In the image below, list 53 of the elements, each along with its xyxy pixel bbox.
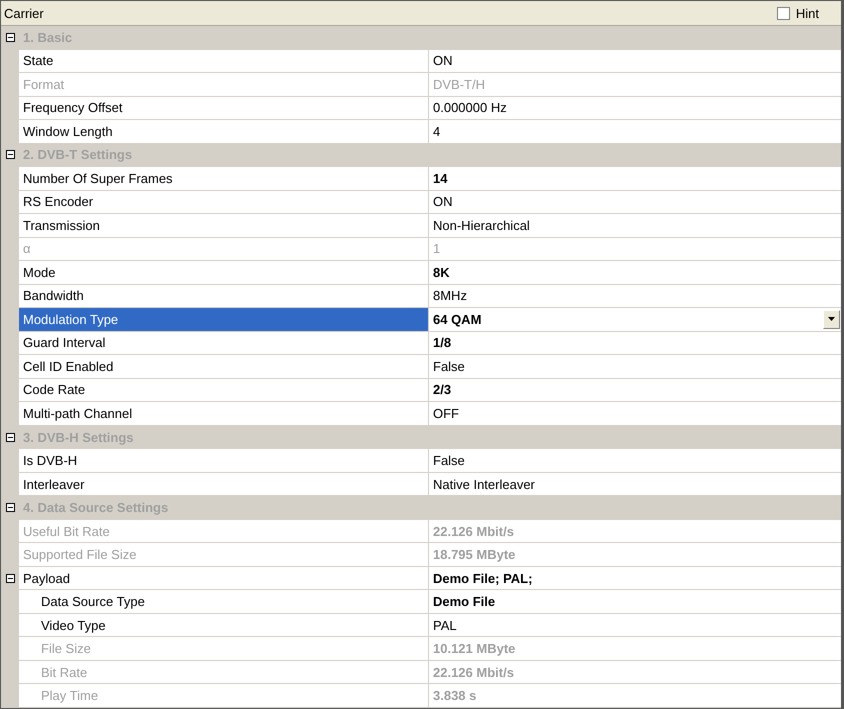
- caret-icon: [828, 317, 835, 322]
- property-name[interactable]: Frequency Offset: [19, 96, 429, 120]
- property-value: 64 QAM: [433, 312, 482, 327]
- property-name[interactable]: Video Type: [19, 614, 429, 636]
- property-value: 4: [433, 124, 440, 139]
- property-name[interactable]: State: [19, 50, 429, 72]
- property-name[interactable]: Mode: [19, 261, 429, 284]
- property-name[interactable]: Code Rate: [19, 378, 429, 402]
- property-value: DVB-T/H: [433, 76, 485, 92]
- collapse-icon[interactable]: [6, 32, 14, 42]
- property-value: 1: [433, 241, 440, 256]
- property-name[interactable]: Data Source Type: [19, 590, 429, 613]
- grid-title: Carrier: [4, 6, 44, 20]
- property-value: ON: [433, 194, 452, 210]
- collapse-icon[interactable]: [6, 574, 14, 583]
- collapse-icon[interactable]: [6, 150, 14, 160]
- property-name[interactable]: Modulation Type: [19, 308, 429, 331]
- property-value: PAL: [433, 618, 457, 633]
- property-value: 14: [433, 170, 448, 186]
- property-value: Demo File: [433, 594, 496, 610]
- property-name[interactable]: Transmission: [19, 214, 429, 237]
- property-name[interactable]: Bandwidth: [19, 284, 429, 308]
- property-value: 18.795 MByte: [433, 547, 516, 562]
- property-name[interactable]: Multi-path Channel: [19, 402, 429, 425]
- property-value: 22.126 Mbit/s: [433, 664, 514, 680]
- property-value: False: [433, 453, 465, 468]
- property-name[interactable]: Interleaver: [19, 472, 429, 496]
- property-value: 8MHz: [433, 288, 467, 304]
- collapse-icon[interactable]: [6, 432, 14, 442]
- property-value: False: [433, 358, 465, 374]
- property-name[interactable]: Cell ID Enabled: [19, 355, 429, 378]
- property-name[interactable]: Is DVB-H: [19, 449, 429, 472]
- collapse-icon[interactable]: [6, 503, 14, 512]
- property-value: Demo File; PAL;: [433, 570, 532, 586]
- property-value: Non-Hierarchical: [433, 218, 530, 233]
- property-value: Native Interleaver: [433, 476, 535, 492]
- property-name[interactable]: Payload: [19, 566, 429, 590]
- property-name[interactable]: Window Length: [19, 120, 429, 143]
- property-name[interactable]: Number Of Super Frames: [19, 167, 429, 190]
- hint-checkbox[interactable]: [776, 6, 790, 20]
- property-value: 10.121 MByte: [433, 641, 516, 656]
- property-value: 8K: [433, 264, 450, 280]
- property-value: 3.838 s: [433, 688, 476, 704]
- property-value: ON: [433, 53, 452, 68]
- property-value: 2/3: [433, 382, 452, 398]
- dropdown-button[interactable]: [823, 310, 840, 329]
- property-value: 1/8: [433, 335, 452, 350]
- property-name[interactable]: Guard Interval: [19, 332, 429, 354]
- property-value: 0.000000 Hz: [433, 100, 507, 116]
- property-value: OFF: [433, 406, 459, 421]
- hint-label[interactable]: Hint: [796, 6, 819, 20]
- property-value: 22.126 Mbit/s: [433, 524, 514, 539]
- property-name[interactable]: RS Encoder: [19, 190, 429, 214]
